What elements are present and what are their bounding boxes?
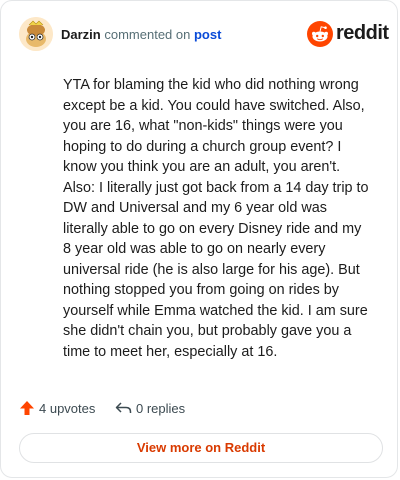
- upvote-arrow-icon: [20, 401, 34, 415]
- author-name[interactable]: Darzin: [61, 27, 101, 42]
- view-more-on-reddit-button[interactable]: View more on Reddit: [19, 433, 383, 463]
- avatar-image: [19, 17, 53, 51]
- post-link[interactable]: post: [194, 27, 221, 42]
- reply-count: 0 replies: [136, 401, 186, 416]
- commented-on-text: commented on: [104, 27, 191, 42]
- comment-header: Darzin commented on post reddit: [19, 17, 389, 53]
- comment-embed-card: Darzin commented on post reddit YTA for …: [0, 0, 398, 478]
- byline: Darzin commented on post: [61, 27, 221, 43]
- upvote-count: 4 upvotes: [39, 401, 96, 416]
- reddit-logo-icon: [307, 21, 333, 47]
- reply-button[interactable]: 0 replies: [115, 399, 195, 419]
- avatar[interactable]: [19, 17, 53, 51]
- upvote-button[interactable]: 4 upvotes: [19, 399, 99, 419]
- reddit-wordmark: reddit: [336, 22, 389, 44]
- reddit-brand[interactable]: reddit: [307, 21, 389, 47]
- reply-arrow-icon: [115, 402, 132, 413]
- comment-body: YTA for blaming the kid who did nothing …: [63, 77, 369, 360]
